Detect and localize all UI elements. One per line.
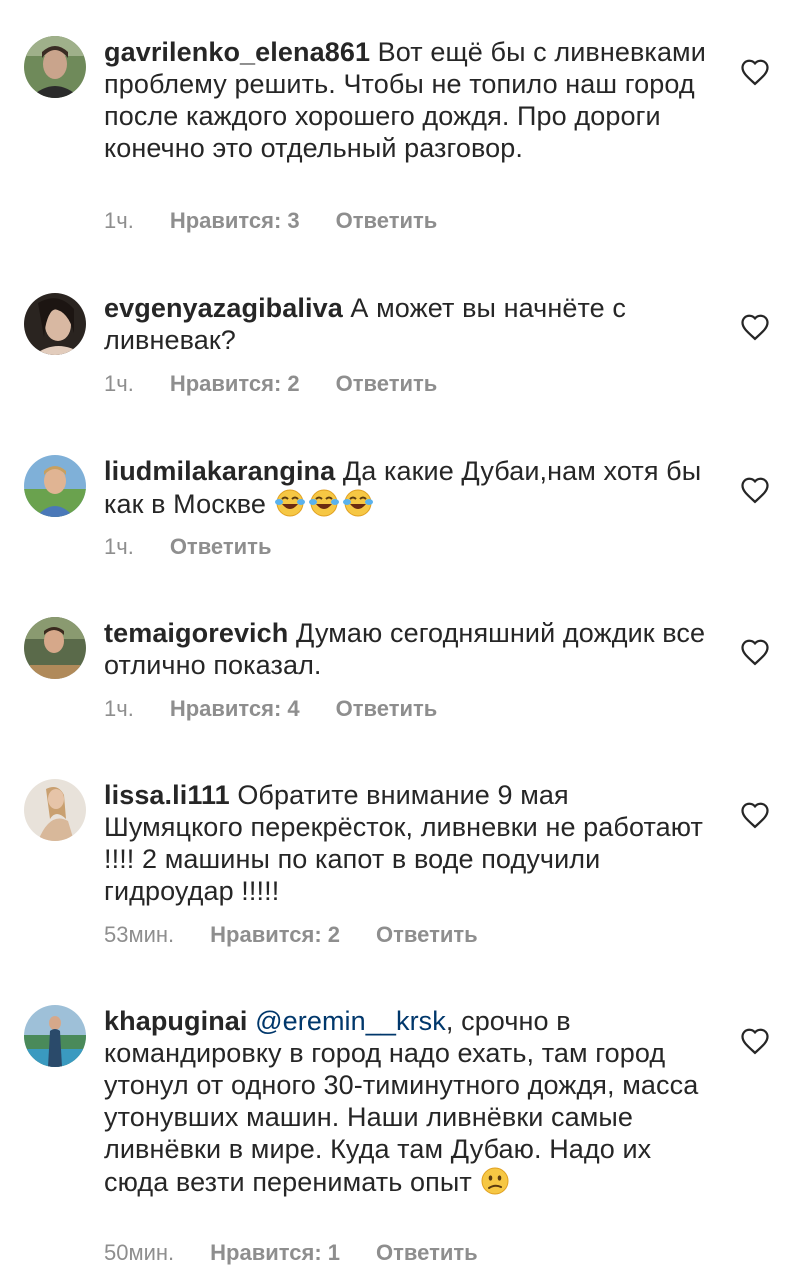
comment-meta: 1ч. Нравится: 4 Ответить xyxy=(104,696,437,722)
heart-outline-icon[interactable] xyxy=(740,313,770,341)
comment-text: evgenyazagibaliva А может вы начнёте с л… xyxy=(104,292,714,356)
reply-button[interactable]: Ответить xyxy=(376,1240,478,1266)
comment-text: temaigorevich Думаю сегодняшний дождик в… xyxy=(104,617,714,681)
heart-outline-icon[interactable] xyxy=(740,1027,770,1055)
comment-text: lissa.li111 Обратите внимание 9 мая Шумя… xyxy=(104,779,714,907)
face-with-tears-of-joy-icon xyxy=(274,489,305,517)
confused-face-icon xyxy=(481,1167,509,1195)
heart-outline-icon[interactable] xyxy=(740,801,770,829)
face-with-tears-of-joy-icon xyxy=(308,489,339,517)
comment-meta: 1ч. Ответить xyxy=(104,534,271,560)
heart-outline-icon[interactable] xyxy=(740,476,770,504)
comment-text: liudmilakarangina Да какие Дубаи,нам хот… xyxy=(104,455,714,520)
mention-link[interactable]: @eremin__krsk xyxy=(255,1006,446,1036)
comment-meta: 1ч. Нравится: 3 Ответить xyxy=(104,208,437,234)
username-link[interactable]: gavrilenko_elena861 xyxy=(104,37,370,67)
comment-meta: 53мин. Нравится: 2 Ответить xyxy=(104,922,478,948)
timestamp: 1ч. xyxy=(104,208,134,233)
avatar[interactable] xyxy=(24,617,86,679)
avatar[interactable] xyxy=(24,455,86,517)
avatar[interactable] xyxy=(24,779,86,841)
avatar[interactable] xyxy=(24,1005,86,1067)
reply-button[interactable]: Ответить xyxy=(376,922,478,948)
likes-count-button[interactable]: Нравится: 4 xyxy=(170,696,300,722)
face-with-tears-of-joy-icon xyxy=(342,489,373,517)
likes-count-button[interactable]: Нравится: 2 xyxy=(170,371,300,397)
timestamp: 1ч. xyxy=(104,534,134,559)
reply-button[interactable]: Ответить xyxy=(170,534,272,560)
comment-text: khapuginai @eremin__krsk, срочно в коман… xyxy=(104,1005,714,1198)
timestamp: 50мин. xyxy=(104,1240,175,1265)
timestamp: 1ч. xyxy=(104,371,134,396)
heart-outline-icon[interactable] xyxy=(740,638,770,666)
reply-button[interactable]: Ответить xyxy=(336,208,438,234)
username-link[interactable]: evgenyazagibaliva xyxy=(104,293,343,323)
comment-text: gavrilenko_elena861 Вот ещё бы с ливневк… xyxy=(104,36,714,164)
comment-meta: 50мин. Нравится: 1 Ответить xyxy=(104,1240,478,1266)
heart-outline-icon[interactable] xyxy=(740,58,770,86)
reply-button[interactable]: Ответить xyxy=(336,371,438,397)
likes-count-button[interactable]: Нравится: 1 xyxy=(210,1240,340,1266)
reply-button[interactable]: Ответить xyxy=(336,696,438,722)
username-link[interactable]: liudmilakarangina xyxy=(104,456,335,486)
avatar[interactable] xyxy=(24,36,86,98)
timestamp: 53мин. xyxy=(104,922,175,947)
likes-count-button[interactable]: Нравится: 2 xyxy=(210,922,340,948)
likes-count-button[interactable]: Нравится: 3 xyxy=(170,208,300,234)
username-link[interactable]: temaigorevich xyxy=(104,618,288,648)
comment-meta: 1ч. Нравится: 2 Ответить xyxy=(104,371,437,397)
timestamp: 1ч. xyxy=(104,696,134,721)
username-link[interactable]: lissa.li111 xyxy=(104,780,230,810)
username-link[interactable]: khapuginai xyxy=(104,1006,248,1036)
avatar[interactable] xyxy=(24,293,86,355)
